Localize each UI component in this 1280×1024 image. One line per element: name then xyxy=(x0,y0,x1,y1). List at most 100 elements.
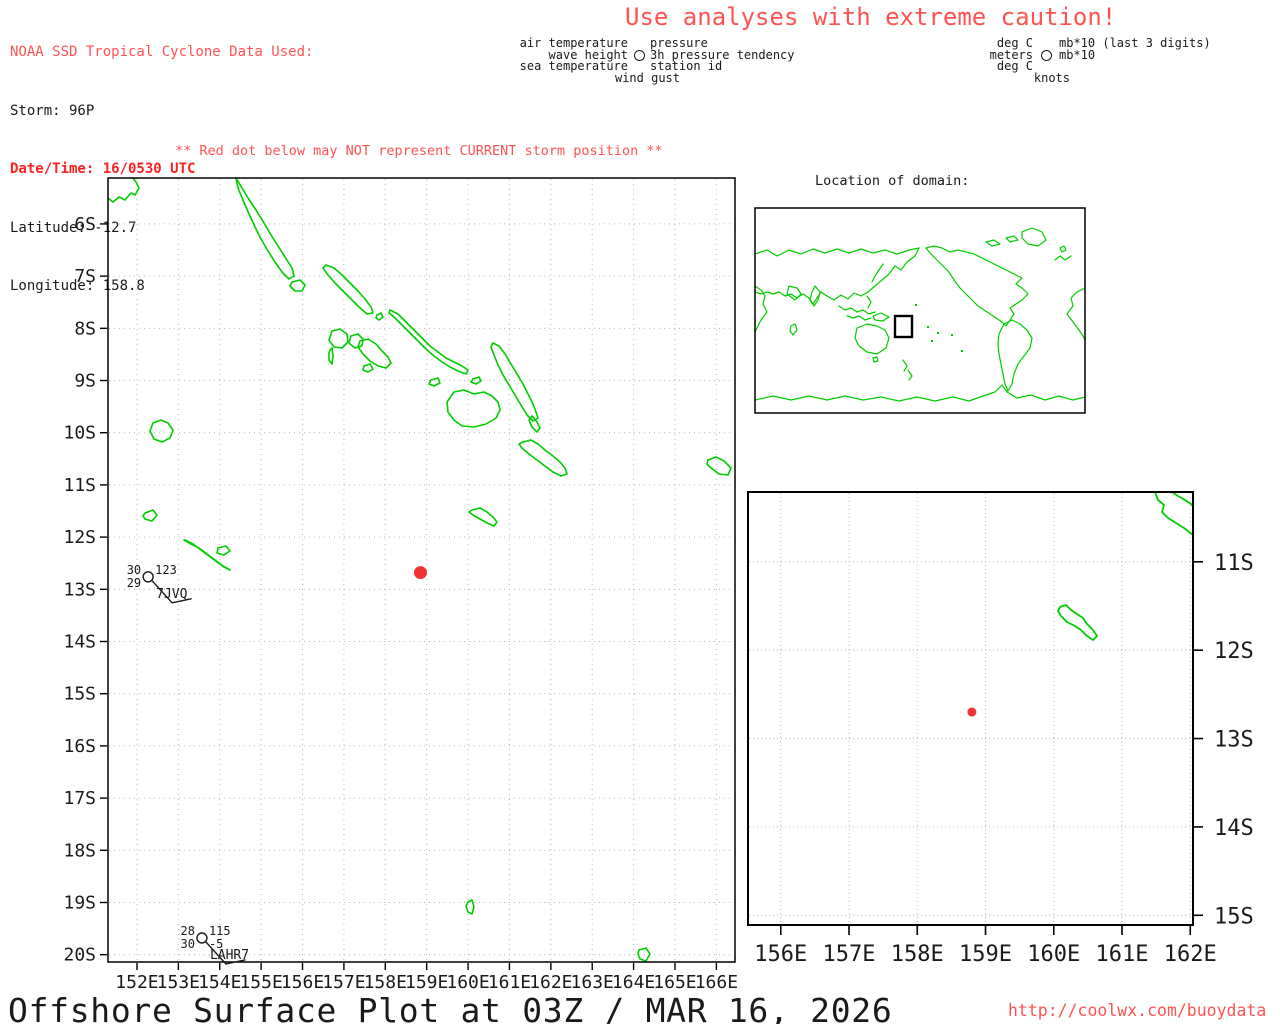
world-island-dot xyxy=(931,340,933,342)
y-tick-label: 12S xyxy=(1214,639,1254,664)
x-tick-label: 162E xyxy=(1164,942,1217,967)
domain-locator-title: Location of domain: xyxy=(815,173,970,189)
world-coastline xyxy=(809,285,821,307)
x-tick-label: 154E xyxy=(198,972,241,993)
world-island-dot xyxy=(927,326,929,328)
storm-dot-inset xyxy=(967,707,977,717)
x-tick-label: 165E xyxy=(653,972,696,993)
coastline xyxy=(706,456,732,476)
x-tick-label: 156E xyxy=(754,942,807,967)
coastline xyxy=(322,264,374,315)
units-row-wave-tendency: meters mb*10 xyxy=(955,47,1211,62)
station-air-temp: 30 xyxy=(127,563,141,577)
x-tick-label: 159E xyxy=(959,942,1012,967)
world-island-dot xyxy=(937,332,939,334)
zoomed-inset-map: 11S 12S 13S 14S 15S 156E 157E 158E 159E 160E 161E 1… xyxy=(747,491,1254,967)
y-tick-label: 11S xyxy=(1214,551,1254,576)
y-tick-label: 14S xyxy=(1214,816,1254,841)
world-coastline xyxy=(786,285,802,301)
y-tick-label: 16S xyxy=(63,736,96,757)
world-coastline xyxy=(866,295,872,309)
y-tick-label: 7S xyxy=(74,266,96,287)
y-tick-label: 9S xyxy=(74,371,96,392)
units-legend: deg C mb*10 (last 3 digits) meters mb*10… xyxy=(955,37,1211,84)
coastline xyxy=(388,309,469,375)
x-tick-label: 160E xyxy=(1027,942,1080,967)
coastline xyxy=(428,377,441,387)
coastline xyxy=(1057,604,1098,641)
world-coastline xyxy=(871,263,884,283)
x-tick-label: 161E xyxy=(488,972,531,993)
coastline xyxy=(216,545,231,556)
y-tick-label: 17S xyxy=(63,788,96,809)
world-coastline xyxy=(925,245,1029,327)
coastline xyxy=(1154,491,1194,536)
y-tick-label: 11S xyxy=(63,475,96,496)
world-island-dot xyxy=(961,350,963,352)
station-air-temp: 28 xyxy=(180,924,194,938)
y-tick-label: 8S xyxy=(74,318,96,339)
y-tick-label: 19S xyxy=(63,892,96,913)
legend-sea-temperature-label: sea temperature xyxy=(519,59,628,74)
offshore-surface-plot-screen: NOAA SSD Tropical Cyclone Data Used: Sto… xyxy=(0,0,1280,1024)
coastline xyxy=(328,347,334,365)
coastline xyxy=(1171,491,1194,507)
x-tick-label: 152E xyxy=(115,972,158,993)
units-sea-temperature-label: deg C xyxy=(996,59,1033,74)
world-coastline xyxy=(997,319,1033,392)
x-tick-label: 159E xyxy=(405,972,448,993)
coastline xyxy=(235,177,295,280)
station-model-legend: air temperature pressure wave height 3h … xyxy=(440,37,795,85)
station-id-label: 7JVQ xyxy=(156,587,187,602)
domain-box xyxy=(893,314,914,339)
x-tick-label: 158E xyxy=(891,942,944,967)
units-tendency-label: mb*10 xyxy=(1059,47,1096,62)
x-tick-label: 153E xyxy=(157,972,200,993)
world-coastline xyxy=(826,247,920,301)
world-island-dot xyxy=(915,304,917,306)
coastline xyxy=(107,177,140,203)
world-coastline xyxy=(985,239,1001,247)
x-tick-label: 163E xyxy=(571,972,614,993)
units-row-sea: deg C xyxy=(955,59,1211,74)
y-tick-label: 14S xyxy=(63,632,96,653)
station-circle-icon xyxy=(633,49,645,61)
x-tick-label: 157E xyxy=(823,942,876,967)
world-coastline xyxy=(838,305,876,315)
world-coastline xyxy=(789,323,798,336)
world-coastline xyxy=(854,323,890,355)
world-coastline xyxy=(1054,255,1072,261)
storm-position-warning: ** Red dot below may NOT represent CURRE… xyxy=(175,143,663,159)
y-tick-label: 12S xyxy=(63,527,96,548)
x-tick-label: 161E xyxy=(1096,942,1149,967)
storm-dot-main xyxy=(413,566,427,580)
coastline xyxy=(362,363,374,373)
caution-title: Use analyses with extreme caution! xyxy=(625,3,1117,31)
world-coastline xyxy=(872,312,890,322)
world-coastline xyxy=(754,384,1086,402)
coastline xyxy=(490,342,539,422)
x-tick-label: 160E xyxy=(446,972,489,993)
x-tick-label: 166E xyxy=(695,972,738,993)
world-coastline xyxy=(1005,235,1019,243)
y-tick-label: 20S xyxy=(63,945,96,966)
world-coastline xyxy=(902,359,908,372)
storm-id-line: Storm: 96P xyxy=(10,102,95,119)
station-pressure: 115 xyxy=(209,924,231,938)
world-map-frame xyxy=(754,207,1086,414)
coastline xyxy=(518,439,568,477)
x-tick-label: 164E xyxy=(612,972,655,993)
station-plot-LAHR7: 28 11530 -5LAHR7 xyxy=(180,924,249,965)
coastline xyxy=(468,507,498,527)
station-circle-icon xyxy=(1040,49,1052,61)
x-tick-label: 162E xyxy=(529,972,572,993)
coastline xyxy=(446,389,501,428)
data-source-line: NOAA SSD Tropical Cyclone Data Used: xyxy=(10,44,314,60)
y-tick-label: 15S xyxy=(1214,904,1254,929)
x-tick-label: 156E xyxy=(281,972,324,993)
y-tick-label: 18S xyxy=(63,840,96,861)
x-tick-label: 155E xyxy=(239,972,282,993)
y-tick-label: 13S xyxy=(1214,728,1254,753)
legend-wind-gust-label: wind gust xyxy=(614,70,680,85)
y-tick-label: 13S xyxy=(63,579,96,600)
